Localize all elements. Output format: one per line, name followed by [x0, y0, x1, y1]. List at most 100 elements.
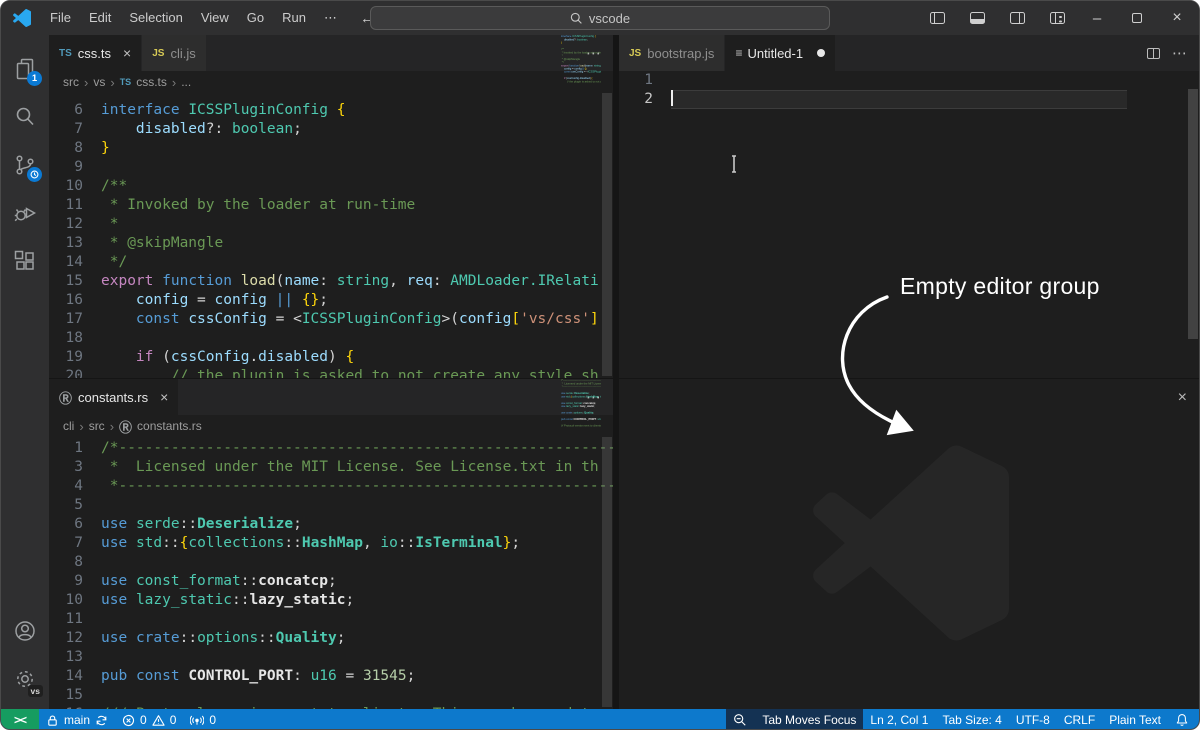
ports-count: 0 [209, 713, 216, 727]
eol-indicator[interactable]: CRLF [1057, 709, 1102, 730]
tab-label: cli.js [170, 46, 195, 61]
notifications-bell-icon[interactable] [1168, 709, 1199, 730]
breadcrumb-group1: src › vs › TS css.ts › ... [49, 71, 613, 93]
breadcrumb-item[interactable]: css.ts [136, 75, 167, 89]
breadcrumb-item[interactable]: constants.rs [137, 419, 202, 433]
chevron-right-icon: › [110, 419, 114, 434]
editor-group-top-left: TS css.ts × JS cli.js ⋯ src › vs [49, 35, 613, 378]
menu-more[interactable]: ⋯ [315, 1, 346, 35]
more-actions-icon[interactable]: ⋯ [1172, 44, 1187, 62]
breadcrumb-item[interactable]: ... [181, 75, 191, 89]
editor-group-bottom-left: Ⓡ constants.rs × ⋯ cli › src › Ⓡ constan… [49, 379, 613, 709]
warning-count: 0 [170, 713, 177, 727]
explorer-icon[interactable]: 1 [1, 45, 49, 93]
settings-vs-badge: vs [28, 685, 43, 697]
breadcrumb-item[interactable]: cli [63, 419, 74, 433]
close-tab-icon[interactable]: × [123, 45, 131, 61]
menu-selection[interactable]: Selection [120, 1, 191, 35]
tab-bar-group3: Ⓡ constants.rs × ⋯ [49, 379, 613, 415]
close-group-icon[interactable]: × [1178, 389, 1187, 407]
breadcrumb-item[interactable]: vs [93, 75, 105, 89]
error-icon [122, 714, 135, 727]
javascript-file-icon: JS [152, 48, 164, 59]
modified-dot-icon[interactable] [817, 49, 825, 57]
branch-name: main [64, 713, 90, 727]
vscode-window: File Edit Selection View Go Run ⋯ ← → vs… [0, 0, 1200, 730]
toggle-panel-button[interactable] [957, 1, 997, 35]
vertical-scrollbar[interactable] [1188, 89, 1198, 339]
customize-layout-button[interactable] [1037, 1, 1077, 35]
language-mode-indicator[interactable]: Plain Text [1102, 709, 1168, 730]
cursor-position-indicator[interactable]: Ln 2, Col 1 [863, 709, 935, 730]
run-debug-icon[interactable] [1, 189, 49, 237]
tab-label: css.ts [78, 46, 111, 61]
source-control-icon[interactable] [1, 141, 49, 189]
title-bar: File Edit Selection View Go Run ⋯ ← → vs… [1, 1, 1199, 35]
code-editor-constants-rs[interactable]: 1/*-------------------------------------… [49, 437, 613, 709]
tab-cli-js[interactable]: JS cli.js [142, 35, 207, 71]
minimap[interactable]: /*--------------------------------------… [561, 379, 601, 709]
menu-go[interactable]: Go [238, 1, 273, 35]
menu-view[interactable]: View [192, 1, 238, 35]
minimize-button[interactable]: – [1077, 1, 1117, 35]
javascript-file-icon: JS [629, 48, 641, 59]
problems-indicator[interactable]: 0 0 [115, 709, 183, 730]
chevron-right-icon: › [79, 419, 83, 434]
encoding-indicator[interactable]: UTF-8 [1009, 709, 1057, 730]
tab-label: Untitled-1 [747, 46, 803, 61]
breadcrumb-item[interactable]: src [89, 419, 105, 433]
search-view-icon[interactable] [1, 93, 49, 141]
split-editor-icon[interactable] [1147, 48, 1160, 59]
rust-file-icon: Ⓡ [119, 417, 132, 436]
tab-bootstrap-js[interactable]: JS bootstrap.js [619, 35, 725, 71]
chevron-right-icon: › [84, 75, 88, 90]
search-icon [570, 12, 583, 25]
extensions-icon[interactable] [1, 237, 49, 285]
typescript-file-icon: TS [120, 77, 132, 87]
broadcast-icon [190, 714, 204, 727]
untitled-file-icon: ≡ [735, 46, 741, 60]
typescript-file-icon: TS [59, 48, 72, 59]
tab-untitled-1[interactable]: ≡ Untitled-1 [725, 35, 836, 71]
tab-moves-focus-indicator[interactable]: Tab Moves Focus [726, 709, 863, 730]
tab-css-ts[interactable]: TS css.ts × [49, 35, 142, 71]
tab-constants-rs[interactable]: Ⓡ constants.rs × [49, 379, 179, 415]
remote-indicator[interactable]: >< [1, 709, 39, 730]
menu-run[interactable]: Run [273, 1, 315, 35]
tab-bar-group1: TS css.ts × JS cli.js ⋯ [49, 35, 613, 71]
code-editor-untitled[interactable]: 12 [619, 71, 1199, 109]
source-control-badge-clock-icon [27, 167, 42, 182]
close-tab-icon[interactable]: × [160, 389, 168, 405]
maximize-button[interactable] [1117, 1, 1157, 35]
ports-indicator[interactable]: 0 [183, 709, 223, 730]
breadcrumb-group3: cli › src › Ⓡ constants.rs [49, 415, 613, 437]
menu-edit[interactable]: Edit [80, 1, 120, 35]
editor-area: TS css.ts × JS cli.js ⋯ src › vs [49, 35, 1199, 709]
vertical-scrollbar[interactable] [601, 35, 613, 378]
toggle-primary-sidebar-button[interactable] [917, 1, 957, 35]
account-icon[interactable] [1, 607, 49, 655]
editor-group-top-right: JS bootstrap.js ≡ Untitled-1 ⋯ 12 [619, 35, 1199, 378]
breadcrumb-item[interactable]: src [63, 75, 79, 89]
indentation-indicator[interactable]: Tab Size: 4 [935, 709, 1008, 730]
code-editor-css-ts[interactable]: 6interface ICSSPluginConfig {7 disabled?… [49, 93, 613, 378]
editor-group-bottom-right-empty[interactable]: × [619, 379, 1199, 709]
vertical-scrollbar[interactable] [601, 379, 613, 709]
search-value: vscode [589, 11, 630, 26]
error-count: 0 [140, 713, 147, 727]
close-window-button[interactable]: × [1157, 1, 1197, 35]
tab-label: bootstrap.js [647, 46, 714, 61]
settings-gear-icon[interactable]: vs [1, 655, 49, 703]
tab-label: constants.rs [78, 390, 148, 405]
tab-bar-group2: JS bootstrap.js ≡ Untitled-1 ⋯ [619, 35, 1199, 71]
branch-indicator[interactable]: main [39, 709, 115, 730]
chevron-right-icon: › [172, 75, 176, 90]
explorer-badge: 1 [27, 71, 42, 86]
toggle-secondary-sidebar-button[interactable] [997, 1, 1037, 35]
zoom-out-icon [733, 713, 747, 727]
tab-moves-focus-label: Tab Moves Focus [762, 713, 856, 727]
status-bar: >< main 0 0 0 [1, 709, 1199, 730]
minimap[interactable]: interface ICSSPluginConfig { disabled?: … [561, 35, 601, 378]
menu-file[interactable]: File [41, 1, 80, 35]
command-center-search[interactable]: vscode [370, 6, 830, 30]
